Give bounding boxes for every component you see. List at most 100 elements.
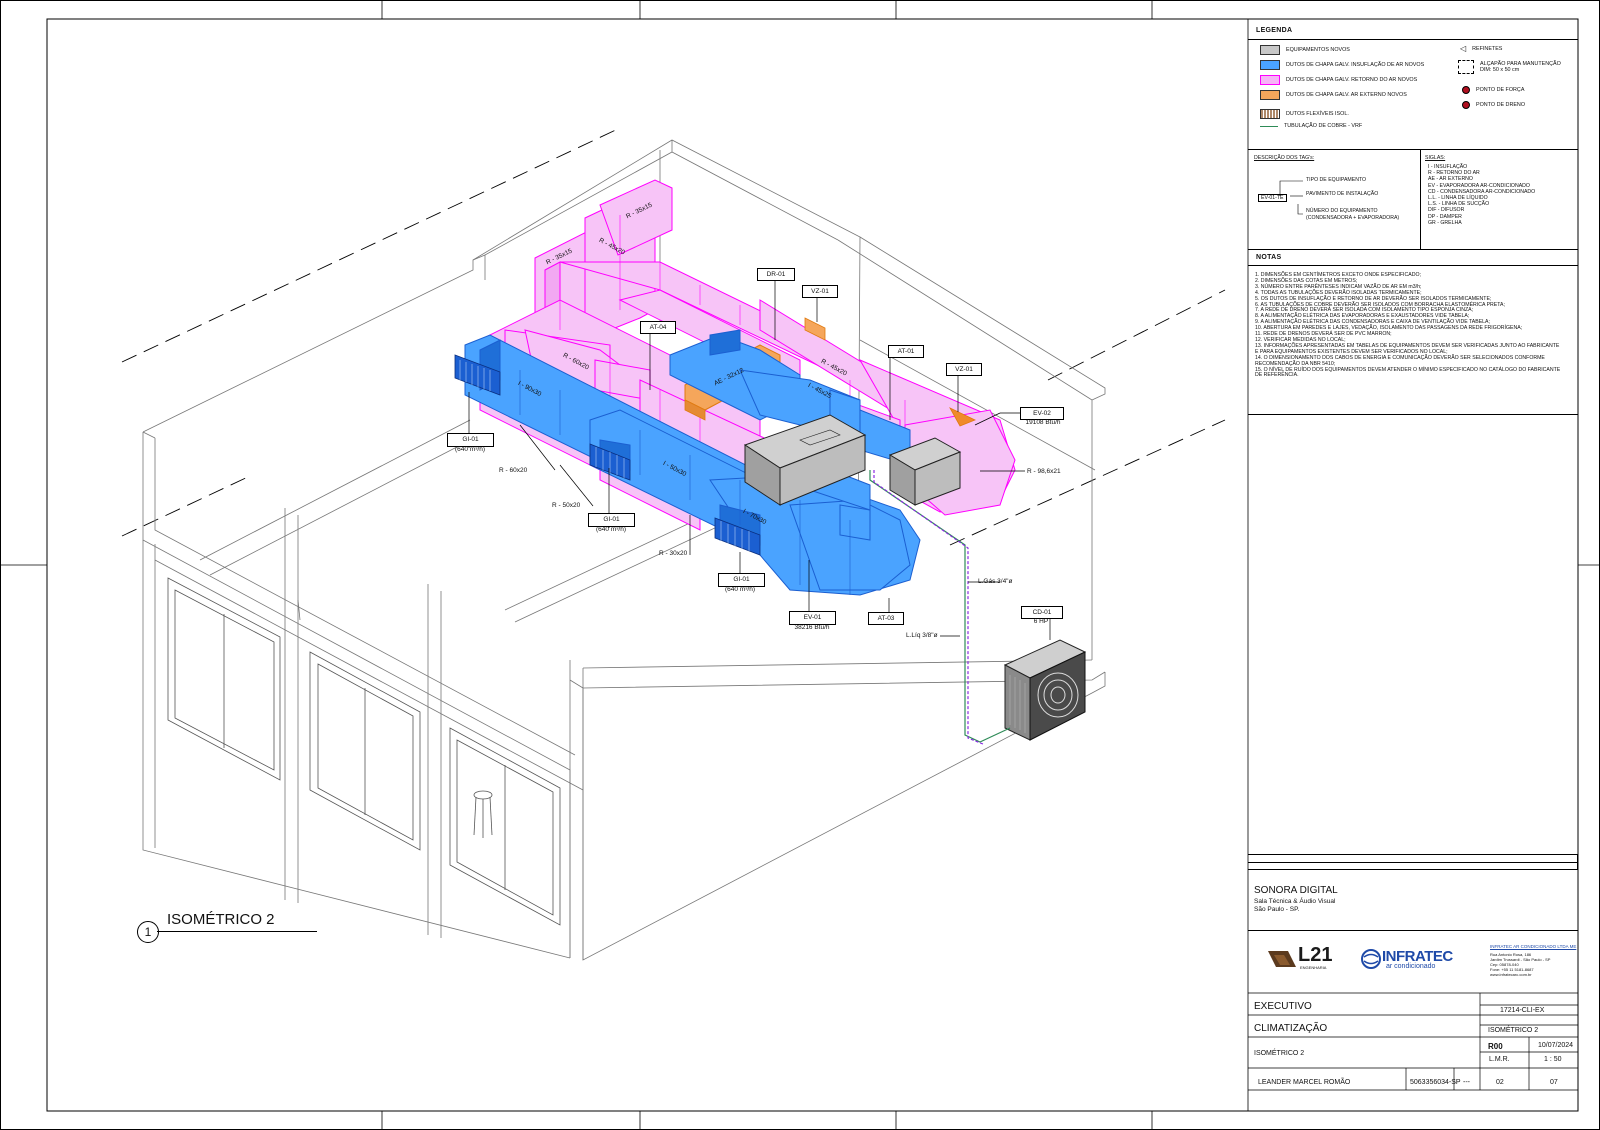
tag-gi-01-b: GI-01 xyxy=(588,513,635,527)
sigla-item: GR - GRELHA xyxy=(1428,219,1462,226)
legend-item-copper: TUBULAÇÃO DE COBRE - VRF xyxy=(1260,123,1362,129)
art-value: --- xyxy=(1463,1079,1470,1086)
tag-gi-01-c-sub: (640 m³/h) xyxy=(725,586,755,593)
tag-gi-01-a-sub: (640 m³/h) xyxy=(455,446,485,453)
notes-title-rule xyxy=(1248,265,1578,266)
tag-leader-lines xyxy=(1279,180,1303,215)
legend-item-external: DUTOS DE CHAPA GALV. AR EXTERNO NOVOS xyxy=(1260,90,1407,100)
tag-desc-type: TIPO DE EQUIPAMENTO xyxy=(1306,177,1367,183)
tag-gi-01-b-sub: (640 m³/h) xyxy=(596,526,626,533)
engineer-value: LEANDER MARCEL ROMÃO xyxy=(1258,1079,1351,1086)
legend-item-access-hatch: ALÇAPÃO PARA MANUTENÇÃO DIM: 50 x 50 cm xyxy=(1458,60,1561,74)
tag-ev-02-sub: 19108 Btu/h xyxy=(1025,419,1061,426)
tag-vz-01-a: VZ-01 xyxy=(802,285,838,298)
note-item: 15. O NÍVEL DE RUÍDO DOS EQUIPAMENTOS DE… xyxy=(1255,366,1561,373)
legend-item-label: DUTOS DE CHAPA GALV. AR EXTERNO NOVOS xyxy=(1286,92,1407,98)
equipment-swatch xyxy=(1260,45,1280,55)
legend-item-label: TUBULAÇÃO DE COBRE - VRF xyxy=(1284,123,1363,129)
file-name-value: 17214-CLI-EX xyxy=(1500,1007,1545,1014)
notes-list: 1. DIMENSÕES EM CENTÍMETROS EXCETO ONDE … xyxy=(1255,272,1561,379)
tag-desc-number-sub: (CONDENSADORA + EVAPORADORA) xyxy=(1306,215,1400,221)
legend-item-power: PONTO DE FORÇA xyxy=(1462,86,1524,94)
legend-item-supply: DUTOS DE CHAPA GALV. INSUFLAÇÃO DE AR NO… xyxy=(1260,60,1424,70)
legend-title: LEGENDA xyxy=(1256,27,1293,34)
legend-item-label: DUTOS DE CHAPA GALV. RETORNO DO AR NOVOS xyxy=(1286,77,1418,83)
legend-item-equipment: EQUIPAMENTOS NOVOS xyxy=(1260,45,1350,55)
tag-at-01-label: AT-01 xyxy=(897,348,915,355)
tag-cd-01-label: CD-01 xyxy=(1032,609,1052,616)
drain-point-icon xyxy=(1462,101,1470,109)
drawn-by-value: L.M.R. xyxy=(1489,1056,1510,1063)
copper-line-swatch xyxy=(1260,125,1278,127)
phase-value: EXECUTIVO xyxy=(1254,1001,1312,1012)
legend-item-label: DUTOS FLEXÍVEIS ISOL. xyxy=(1286,111,1349,117)
tag-at-04-label: AT-04 xyxy=(649,324,667,331)
crea-value: 5063356034-SP xyxy=(1410,1079,1461,1086)
condenser-unit xyxy=(1003,639,1087,741)
revision-value: R00 xyxy=(1488,1042,1503,1051)
windows xyxy=(167,577,561,926)
legend-item-sub: DIM: 50 x 50 cm xyxy=(1480,67,1520,73)
tag-at-03-label: AT-03 xyxy=(877,615,895,622)
notes-title: NOTAS xyxy=(1256,254,1282,261)
tag-ev-01: EV-01 xyxy=(789,611,836,625)
tag-dr-01: DR-01 xyxy=(757,268,795,281)
tag-gi-01-b-label: GI-01 xyxy=(603,516,620,523)
tag-gi-01-c: GI-01 xyxy=(718,573,765,587)
label-r-60x20-side: R - 60x20 xyxy=(499,467,528,474)
tag-gi-01-c-label: GI-01 xyxy=(733,576,750,583)
siglas-list: I - INSUFLAÇÃO R - RETORNO DO AR AE - AR… xyxy=(1428,164,1535,226)
legend-item-label: EQUIPAMENTOS NOVOS xyxy=(1286,47,1350,53)
tag-description-section: DESCRIÇÃO DOS TAG's: EV-01-TE TIPO DE EQ… xyxy=(1248,149,1578,250)
label-r-30x20: R - 30x20 xyxy=(659,550,688,557)
tag-cd-01-sub: 6 HP xyxy=(1033,618,1049,625)
refinete-icon: ◁ xyxy=(1460,44,1467,53)
legend-item-label: REFINETES xyxy=(1472,45,1503,52)
legend-item-label: PONTO DE DRENO xyxy=(1476,102,1526,108)
legend-title-rule xyxy=(1248,39,1578,40)
tag-gi-01-a: GI-01 xyxy=(447,433,494,447)
title-block: SONORA DIGITAL Sala Técnica & Áudio Visu… xyxy=(1248,854,1578,1112)
tag-siglas-divider xyxy=(1420,149,1421,249)
drawing-sheet: GI-01 (640 m³/h) GI-01 (640 m³/h) GI-01 … xyxy=(0,0,1600,1130)
sheet-value: 02 xyxy=(1496,1079,1504,1086)
external-swatch xyxy=(1260,90,1280,100)
siglas-title: SIGLAS: xyxy=(1425,155,1446,161)
legend-item-return: DUTOS DE CHAPA GALV. RETORNO DO AR NOVOS xyxy=(1260,75,1417,85)
scale-value: 1 : 50 xyxy=(1544,1056,1562,1063)
tag-ev-02-label: EV-02 xyxy=(1033,410,1051,417)
tag-at-03: AT-03 xyxy=(868,612,904,625)
title-block-grid xyxy=(1248,992,1578,1091)
date-value: 10/07/2024 xyxy=(1538,1042,1574,1049)
tag-at-01: AT-01 xyxy=(888,345,924,358)
flex-duct-swatch xyxy=(1260,109,1280,119)
legend-section: LEGENDA EQUIPAMENTOS NOVOS DUTOS DE CHAP… xyxy=(1248,19,1578,150)
supply-swatch xyxy=(1260,60,1280,70)
tag-description-title: DESCRIÇÃO DOS TAG's: xyxy=(1254,155,1315,161)
view-number-circle: 1 xyxy=(137,921,159,943)
tag-vz-01-b: VZ-01 xyxy=(946,363,982,376)
view-number: 1 xyxy=(144,925,152,939)
tag-vz-01-a-label: VZ-01 xyxy=(811,288,829,295)
side-panel: LEGENDA EQUIPAMENTOS NOVOS DUTOS DE CHAP… xyxy=(1248,19,1578,1111)
tag-at-04: AT-04 xyxy=(640,321,676,334)
legend-item-drain: PONTO DE DRENO xyxy=(1462,101,1525,109)
legend-item-refinetes: ◁ REFINETES xyxy=(1460,44,1502,53)
legend-item-flex: DUTOS FLEXÍVEIS ISOL. xyxy=(1260,109,1349,119)
tag-ev-01-sub: 38216 Btu/h xyxy=(794,624,830,631)
view-title: ISOMÉTRICO 2 xyxy=(167,911,275,928)
legend-item-label: DUTOS DE CHAPA GALV. INSUFLAÇÃO DE AR NO… xyxy=(1286,62,1425,68)
tag-dr-01-label: DR-01 xyxy=(766,271,786,278)
title-value: ISOMÉTRICO 2 xyxy=(1254,1050,1305,1057)
tag-gi-01-a-label: GI-01 xyxy=(462,436,479,443)
discipline-value: CLIMATIZAÇÃO xyxy=(1254,1023,1328,1034)
tag-vz-01-b-label: VZ-01 xyxy=(955,366,973,373)
tag-desc-number: NÚMERO DO EQUIPAMENTO xyxy=(1306,208,1378,214)
hatch-icon xyxy=(1458,60,1474,74)
notes-section: NOTAS 1. DIMENSÕES EM CENTÍMETROS EXCETO… xyxy=(1248,249,1578,415)
tag-desc-floor: PAVIMENTO DE INSTALAÇÃO xyxy=(1306,191,1379,197)
label-r-50x20: R - 50x20 xyxy=(552,502,581,509)
label-l-gas: L.Gás 3/4"ø xyxy=(978,578,1013,585)
return-swatch xyxy=(1260,75,1280,85)
total-sheets-value: 07 xyxy=(1550,1079,1558,1086)
